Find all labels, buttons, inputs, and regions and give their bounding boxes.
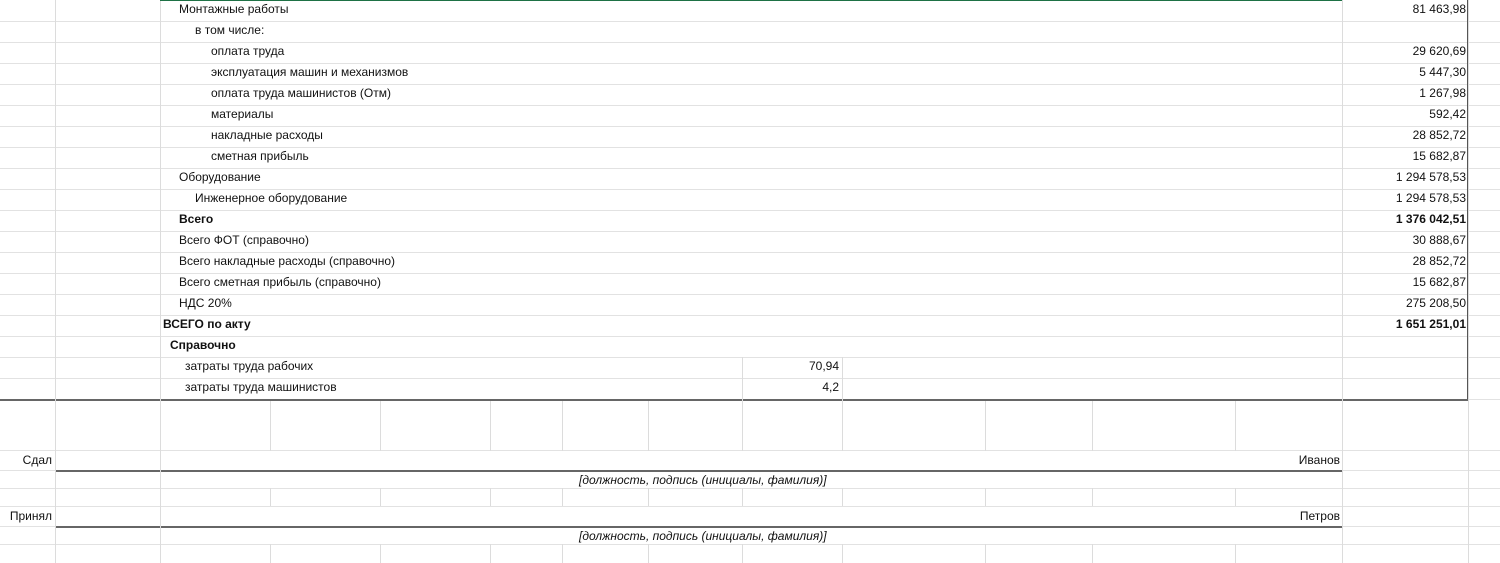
table-bottom-border — [0, 399, 1468, 401]
signature-hint[interactable]: [должность, подпись (инициалы, фамилия)] — [579, 471, 827, 492]
column-gridline — [842, 488, 843, 506]
column-gridline — [160, 544, 161, 563]
row-label[interactable]: сметная прибыль — [211, 147, 309, 168]
column-gridline — [1468, 0, 1469, 563]
signature-name[interactable]: Иванов — [1200, 451, 1340, 472]
column-gridline — [842, 544, 843, 563]
column-gridline — [562, 544, 563, 563]
row-label[interactable]: Справочно — [170, 336, 236, 357]
row-value[interactable]: 1 294 578,53 — [1342, 168, 1466, 189]
row-value[interactable]: 70,94 — [742, 357, 839, 378]
column-gridline — [490, 544, 491, 563]
signature-role[interactable]: Принял — [0, 507, 52, 528]
column-gridline — [1235, 544, 1236, 563]
row-value[interactable]: 30 888,67 — [1342, 231, 1466, 252]
row-label[interactable]: НДС 20% — [179, 294, 232, 315]
column-gridline — [380, 401, 381, 451]
column-gridline — [55, 0, 56, 563]
column-gridline — [270, 544, 271, 563]
column-gridline — [562, 488, 563, 506]
column-gridline — [490, 488, 491, 506]
row-value[interactable] — [1342, 336, 1466, 357]
row-label[interactable]: оплата труда машинистов (Отм) — [211, 84, 391, 105]
row-label[interactable]: оплата труда — [211, 42, 284, 63]
column-gridline — [1092, 401, 1093, 451]
row-value[interactable]: 15 682,87 — [1342, 273, 1466, 294]
column-gridline — [1235, 488, 1236, 506]
column-gridline — [985, 488, 986, 506]
column-gridline — [648, 401, 649, 451]
signature-name[interactable]: Петров — [1200, 507, 1340, 528]
row-value[interactable]: 1 267,98 — [1342, 84, 1466, 105]
row-value[interactable]: 81 463,98 — [1342, 0, 1466, 21]
row-label[interactable]: Всего сметная прибыль (справочно) — [179, 273, 381, 294]
row-label[interactable]: Всего ФОТ (справочно) — [179, 231, 309, 252]
signature-hint[interactable]: [должность, подпись (инициалы, фамилия)] — [579, 527, 827, 548]
column-gridline — [985, 401, 986, 451]
column-gridline — [160, 488, 161, 506]
row-value[interactable] — [1342, 21, 1466, 42]
row-label[interactable]: Инженерное оборудование — [195, 189, 347, 210]
column-gridline — [1092, 544, 1093, 563]
row-label[interactable]: Оборудование — [179, 168, 261, 189]
column-gridline — [1235, 401, 1236, 451]
column-gridline — [270, 488, 271, 506]
column-gridline — [380, 544, 381, 563]
column-gridline — [1092, 488, 1093, 506]
row-value[interactable]: 1 651 251,01 — [1342, 315, 1466, 336]
row-label[interactable]: Всего — [179, 210, 213, 231]
row-label[interactable]: накладные расходы — [211, 126, 323, 147]
row-value[interactable]: 15 682,87 — [1342, 147, 1466, 168]
row-label[interactable]: ВСЕГО по акту — [163, 315, 251, 336]
row-value[interactable]: 28 852,72 — [1342, 126, 1466, 147]
row-value[interactable]: 29 620,69 — [1342, 42, 1466, 63]
row-value[interactable]: 592,42 — [1342, 105, 1466, 126]
estimate-table-border — [160, 0, 1468, 399]
row-value[interactable]: 5 447,30 — [1342, 63, 1466, 84]
column-gridline — [380, 488, 381, 506]
row-value[interactable]: 1 294 578,53 — [1342, 189, 1466, 210]
row-label[interactable]: Всего накладные расходы (справочно) — [179, 252, 395, 273]
row-label[interactable]: в том числе: — [195, 21, 264, 42]
row-label[interactable]: эксплуатация машин и механизмов — [211, 63, 408, 84]
signature-role[interactable]: Сдал — [0, 451, 52, 472]
column-gridline — [562, 401, 563, 451]
row-label[interactable]: затраты труда машинистов — [185, 378, 337, 399]
row-label[interactable]: материалы — [211, 105, 273, 126]
selection-top-border — [160, 0, 1342, 1]
column-gridline — [270, 401, 271, 451]
column-gridline — [490, 401, 491, 451]
row-label[interactable]: Монтажные работы — [179, 0, 289, 21]
row-value[interactable]: 28 852,72 — [1342, 252, 1466, 273]
row-value[interactable]: 275 208,50 — [1342, 294, 1466, 315]
row-value[interactable]: 4,2 — [742, 378, 839, 399]
column-gridline — [985, 544, 986, 563]
row-value[interactable]: 1 376 042,51 — [1342, 210, 1466, 231]
row-label[interactable]: затраты труда рабочих — [185, 357, 313, 378]
